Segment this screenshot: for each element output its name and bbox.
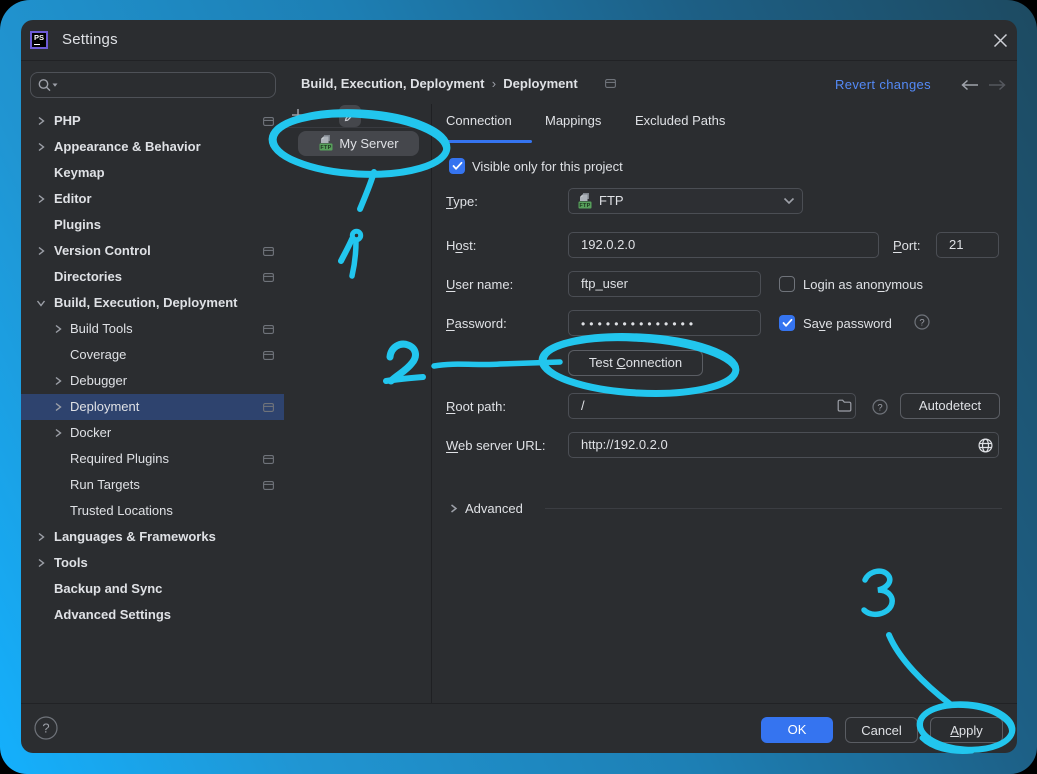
svg-text:FTP: FTP — [321, 145, 332, 151]
svg-text:?: ? — [919, 317, 924, 328]
svg-text:?: ? — [42, 721, 49, 736]
svg-text:FTP: FTP — [579, 203, 590, 209]
svg-text:?: ? — [877, 402, 882, 413]
